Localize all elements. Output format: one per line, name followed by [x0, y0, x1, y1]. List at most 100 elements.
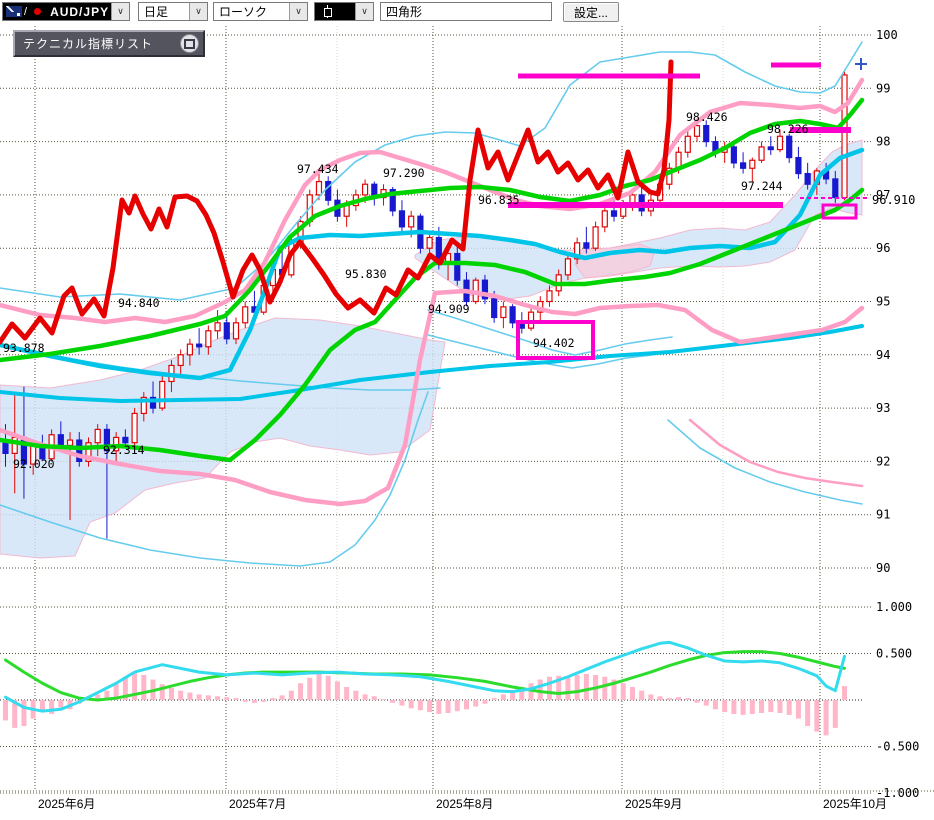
macd-histogram-bar — [621, 683, 626, 700]
macd-histogram-bar — [234, 698, 239, 700]
macd-histogram-bar — [178, 691, 183, 700]
svg-text:2025年9月: 2025年9月 — [625, 797, 682, 811]
macd-histogram-bar — [270, 698, 275, 700]
macd-histogram-bar — [685, 698, 690, 700]
candle-body — [565, 259, 570, 275]
macd-histogram-bar — [796, 700, 801, 719]
svg-text:2025年8月: 2025年8月 — [436, 797, 493, 811]
macd-histogram-bar — [197, 694, 202, 700]
macd-histogram-bar — [363, 694, 368, 700]
settings-button[interactable]: 設定... — [563, 2, 619, 22]
macd-histogram-bar — [307, 678, 312, 700]
macd-histogram-bar — [261, 700, 266, 702]
candle-body — [842, 75, 847, 198]
draw-tool-field[interactable]: 四角形 — [380, 2, 552, 21]
macd-histogram-bar — [741, 700, 746, 715]
macd-histogram-bar — [326, 676, 331, 700]
restore-window-icon[interactable] — [180, 34, 199, 53]
candle-body — [492, 299, 497, 318]
macd-histogram-bar — [464, 700, 469, 709]
candle-body — [68, 440, 73, 445]
candle-body — [95, 429, 100, 442]
candle-body — [427, 238, 432, 249]
chart-type-label: ローソク — [219, 3, 267, 20]
svg-text:93.878: 93.878 — [3, 341, 45, 355]
currency-pair-label: AUD/JPY — [50, 5, 109, 19]
candle-body — [160, 381, 165, 408]
macd-histogram-bar — [187, 693, 192, 700]
macd-histogram-bar — [409, 700, 414, 708]
candle-body — [796, 158, 801, 174]
candle-body — [602, 211, 607, 227]
svg-text:92: 92 — [876, 454, 890, 468]
macd-histogram-bar — [584, 674, 589, 700]
candle-body — [510, 307, 515, 323]
macd-histogram-bar — [768, 700, 773, 712]
svg-text:95: 95 — [876, 295, 890, 309]
svg-text:94.909: 94.909 — [428, 302, 470, 316]
macd-histogram-bar — [833, 700, 838, 728]
settings-button-label: 設定... — [574, 4, 608, 21]
candle-body — [750, 160, 755, 168]
candle-body — [584, 243, 589, 248]
japan-flag-icon — [30, 6, 46, 17]
chevron-down-icon[interactable]: ∨ — [355, 3, 373, 20]
macd-histogram-bar — [436, 700, 441, 714]
macd-histogram-bar — [399, 700, 404, 706]
svg-text:96.835: 96.835 — [478, 193, 520, 207]
chevron-down-icon[interactable]: ∨ — [289, 3, 307, 20]
macd-histogram-bar — [372, 696, 377, 700]
macd-histogram-bar — [538, 680, 543, 700]
macd-histogram-bar — [667, 698, 672, 700]
macd-histogram-bar — [316, 674, 321, 700]
pair-slash: / — [24, 6, 27, 18]
macd-histogram-bar — [750, 700, 755, 714]
technical-indicator-list-panel[interactable]: テクニカル指標リスト — [13, 30, 205, 57]
macd-histogram-bar — [335, 681, 340, 700]
macd-histogram-bar — [814, 700, 819, 732]
svg-text:97.244: 97.244 — [741, 179, 783, 193]
macd-histogram-bar — [648, 694, 653, 700]
candle-body — [399, 211, 404, 227]
candle-body — [455, 254, 460, 281]
svg-text:97.290: 97.290 — [383, 166, 425, 180]
macd-histogram-bar — [565, 677, 570, 700]
chevron-down-icon[interactable]: ∨ — [189, 3, 207, 20]
macd-histogram-bar — [658, 696, 663, 700]
currency-pair-select[interactable]: / AUD/JPY ∨ — [2, 2, 130, 21]
macd-histogram-bar — [344, 687, 349, 700]
svg-text:1.000: 1.000 — [876, 600, 912, 614]
candle-body — [316, 182, 321, 195]
macd-histogram-bar — [482, 700, 487, 704]
svg-text:2025年7月: 2025年7月 — [229, 797, 286, 811]
macd-histogram-bar — [547, 677, 552, 700]
candle-body — [805, 174, 810, 185]
svg-text:2025年10月: 2025年10月 — [823, 797, 887, 811]
macd-histogram-bar — [58, 700, 63, 707]
candle-body — [612, 211, 617, 216]
macd-histogram-bar — [676, 697, 681, 700]
timeframe-select[interactable]: 日足 ∨ — [138, 2, 208, 21]
macd-histogram-bar — [602, 677, 607, 700]
macd-histogram-bar — [243, 700, 248, 702]
candle-style-select[interactable]: ∨ — [314, 2, 374, 21]
candle-body — [787, 136, 792, 157]
chart-type-select[interactable]: ローソク ∨ — [213, 2, 308, 21]
macd-histogram-bar — [353, 691, 358, 700]
svg-text:93: 93 — [876, 401, 890, 415]
candle-body — [777, 136, 782, 149]
macd-histogram-bar — [492, 698, 497, 700]
svg-text:95.830: 95.830 — [345, 267, 387, 281]
candle-body — [58, 435, 63, 446]
macd-histogram-bar — [777, 700, 782, 713]
candle-body — [547, 291, 552, 302]
chevron-down-icon[interactable]: ∨ — [111, 3, 129, 20]
candle-body — [768, 147, 773, 150]
candle-body — [215, 323, 220, 331]
candle-body — [409, 216, 414, 227]
candle-body — [234, 323, 239, 339]
chart-canvas[interactable]: 10099989796959493929190 1.000 0.500-0.50… — [0, 0, 934, 820]
macd-histogram-bar — [298, 683, 303, 700]
svg-text:0.500: 0.500 — [876, 647, 912, 661]
macd-histogram-bar — [289, 691, 294, 700]
